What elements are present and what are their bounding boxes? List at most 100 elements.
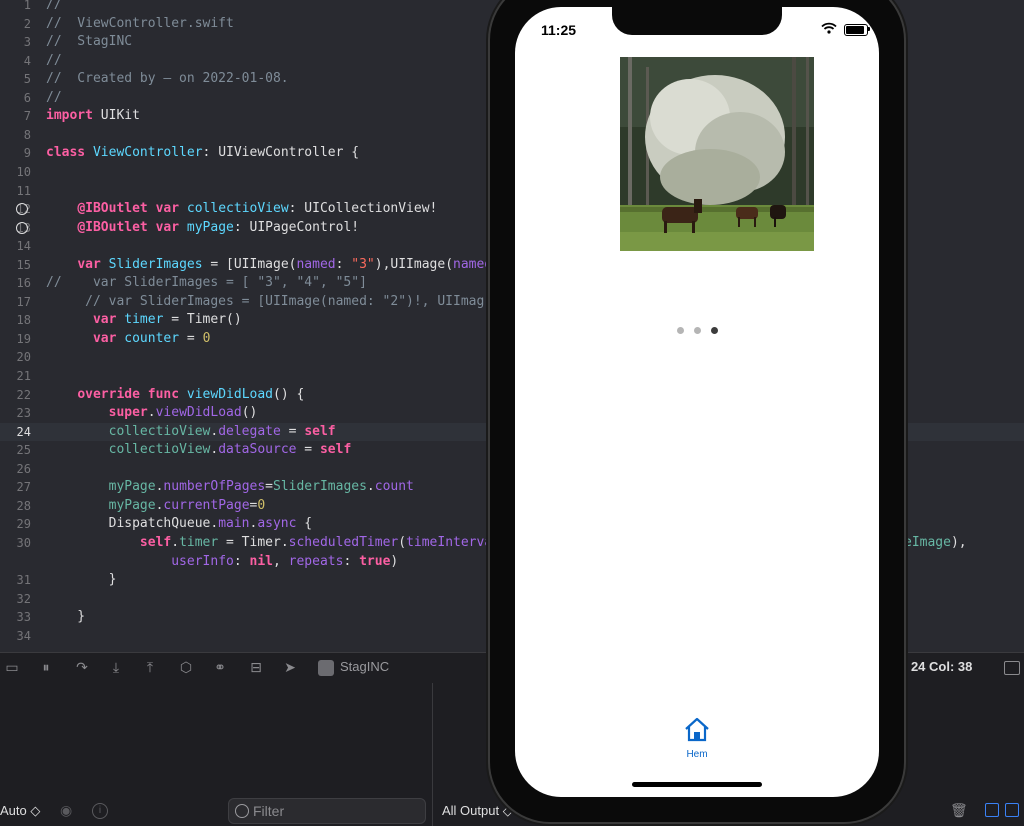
filter-field[interactable] — [228, 798, 426, 824]
code-token: // var SliderImages = [ "3", "4", "5"] — [46, 275, 367, 291]
line-number[interactable]: 18 — [0, 311, 31, 329]
line-number[interactable]: 30 — [0, 534, 31, 552]
code-token: myPage — [108, 479, 156, 495]
pause-icon[interactable]: ⏸ — [38, 660, 54, 676]
code-text[interactable]: // — [46, 0, 62, 14]
line-number[interactable]: 24 — [0, 423, 31, 441]
code-text[interactable]: collectioView.delegate = self — [46, 423, 336, 441]
code-token: 0 — [202, 330, 211, 346]
line-number[interactable]: 7 — [0, 107, 31, 125]
line-number[interactable]: 4 — [0, 52, 31, 70]
view-hierarchy-icon[interactable]: ⬡ — [178, 660, 194, 676]
tab-home[interactable]: Hem — [675, 717, 719, 761]
code-text[interactable]: } — [46, 571, 117, 589]
line-number[interactable]: 3 — [0, 33, 31, 51]
line-number[interactable]: 21 — [0, 367, 31, 385]
code-text[interactable]: override func viewDidLoad() { — [46, 386, 304, 404]
code-text[interactable]: @IBOutlet var collectioView: UICollectio… — [46, 200, 437, 218]
line-number[interactable]: 9 — [0, 144, 31, 162]
output-select[interactable]: All Output ◇ — [442, 803, 513, 819]
code-text[interactable]: var counter = 0 — [46, 330, 210, 348]
line-number[interactable]: 23 — [0, 404, 31, 422]
line-number[interactable]: 26 — [0, 460, 31, 478]
code-text[interactable]: DispatchQueue.main.async { — [46, 515, 313, 533]
info-icon[interactable]: i — [92, 803, 108, 819]
line-number[interactable]: 28 — [0, 497, 31, 515]
page-dot[interactable] — [694, 327, 701, 334]
code-text[interactable]: // var SliderImages = [UIImage(named: "2… — [46, 293, 484, 311]
code-text[interactable]: // — [46, 89, 62, 107]
outlet-connection-icon[interactable] — [16, 203, 28, 216]
line-number[interactable]: 34 — [0, 627, 31, 645]
code-token: : UIViewController { — [202, 145, 360, 161]
line-number[interactable]: 2 — [0, 15, 31, 33]
line-number[interactable]: 15 — [0, 256, 31, 274]
code-token: // Created by — on 2022-01-08. — [46, 71, 289, 87]
slider-image[interactable] — [620, 57, 814, 251]
panel-toggle-icon[interactable] — [1004, 661, 1020, 675]
code-text[interactable]: // — [46, 52, 62, 70]
line-number[interactable]: 16 — [0, 274, 31, 292]
simulator-screen[interactable]: 11:25 Hem — [515, 7, 879, 797]
code-text[interactable]: // ViewController.swift — [46, 15, 234, 33]
code-text[interactable]: userInfo: nil, repeats: true) — [46, 553, 398, 571]
code-text[interactable]: } — [46, 608, 85, 626]
code-text[interactable]: var timer = Timer() — [46, 311, 242, 329]
line-number[interactable]: 17 — [0, 293, 31, 311]
code-text[interactable]: myPage.numberOfPages=SliderImages.count — [46, 478, 414, 496]
line-number[interactable]: 1 — [0, 0, 31, 14]
line-number[interactable]: 22 — [0, 386, 31, 404]
line-number[interactable]: 25 — [0, 441, 31, 459]
code-token: func — [147, 386, 180, 402]
environment-overrides-icon[interactable]: ⊟ — [248, 660, 264, 676]
line-number[interactable]: 27 — [0, 478, 31, 496]
line-number[interactable]: 10 — [0, 163, 31, 181]
filter-input[interactable] — [251, 801, 423, 821]
code-text[interactable]: // StagINC — [46, 33, 132, 51]
memory-graph-icon[interactable]: ⚭ — [212, 660, 228, 676]
code-text[interactable]: collectioView.dataSource = self — [46, 441, 352, 459]
code-text[interactable]: super.viewDidLoad() — [46, 404, 258, 422]
code-text[interactable]: var SliderImages = [UIImage(named: "3"),… — [46, 256, 492, 274]
page-dot[interactable] — [677, 327, 684, 334]
code-token: true — [359, 553, 391, 569]
line-number[interactable]: 20 — [0, 348, 31, 366]
step-into-icon[interactable]: ⤓ — [108, 660, 124, 676]
trash-icon[interactable]: 🗑 — [950, 803, 968, 819]
code-text[interactable]: class ViewController: UIViewController { — [46, 144, 359, 162]
code-text[interactable]: self.timer = Timer.scheduledTimer(timeIn… — [46, 534, 492, 552]
step-over-icon[interactable]: ↷ — [74, 660, 90, 676]
scheme-label[interactable]: StagINC — [340, 659, 389, 674]
show-variables-icon[interactable] — [985, 803, 999, 817]
line-number[interactable]: 29 — [0, 515, 31, 533]
line-number[interactable]: 14 — [0, 237, 31, 255]
line-number[interactable]: 11 — [0, 182, 31, 200]
eye-icon[interactable]: ◉ — [60, 803, 72, 819]
simulate-location-icon[interactable]: ➤ — [282, 660, 298, 676]
line-number[interactable]: 32 — [0, 590, 31, 608]
line-number[interactable]: 19 — [0, 330, 31, 348]
code-token: 0 — [257, 497, 266, 513]
hide-debug-area-icon[interactable]: ▭ — [4, 660, 20, 676]
code-text[interactable]: myPage.currentPage=0 — [46, 497, 266, 515]
line-number[interactable]: 33 — [0, 608, 31, 626]
line-number[interactable]: 31 — [0, 571, 31, 589]
code-text[interactable]: @IBOutlet var myPage: UIPageControl! — [46, 219, 359, 237]
step-out-icon[interactable]: ⤒ — [142, 660, 158, 676]
code-text[interactable]: // Created by — on 2022-01-08. — [46, 70, 289, 88]
variables-scope-select[interactable]: Auto ◇ — [0, 803, 40, 819]
wifi-icon — [821, 22, 837, 34]
line-number[interactable]: 5 — [0, 70, 31, 88]
page-dot[interactable] — [711, 327, 718, 334]
line-number[interactable]: 8 — [0, 126, 31, 144]
code-text[interactable]: // var SliderImages = [ "3", "4", "5"] — [46, 274, 367, 292]
line-number[interactable]: 6 — [0, 89, 31, 107]
code-token: named — [296, 256, 336, 272]
code-text[interactable]: import UIKit — [46, 107, 140, 125]
show-console-icon[interactable] — [1005, 803, 1019, 817]
outlet-connection-icon[interactable] — [16, 221, 28, 234]
code-token: . — [366, 479, 375, 495]
